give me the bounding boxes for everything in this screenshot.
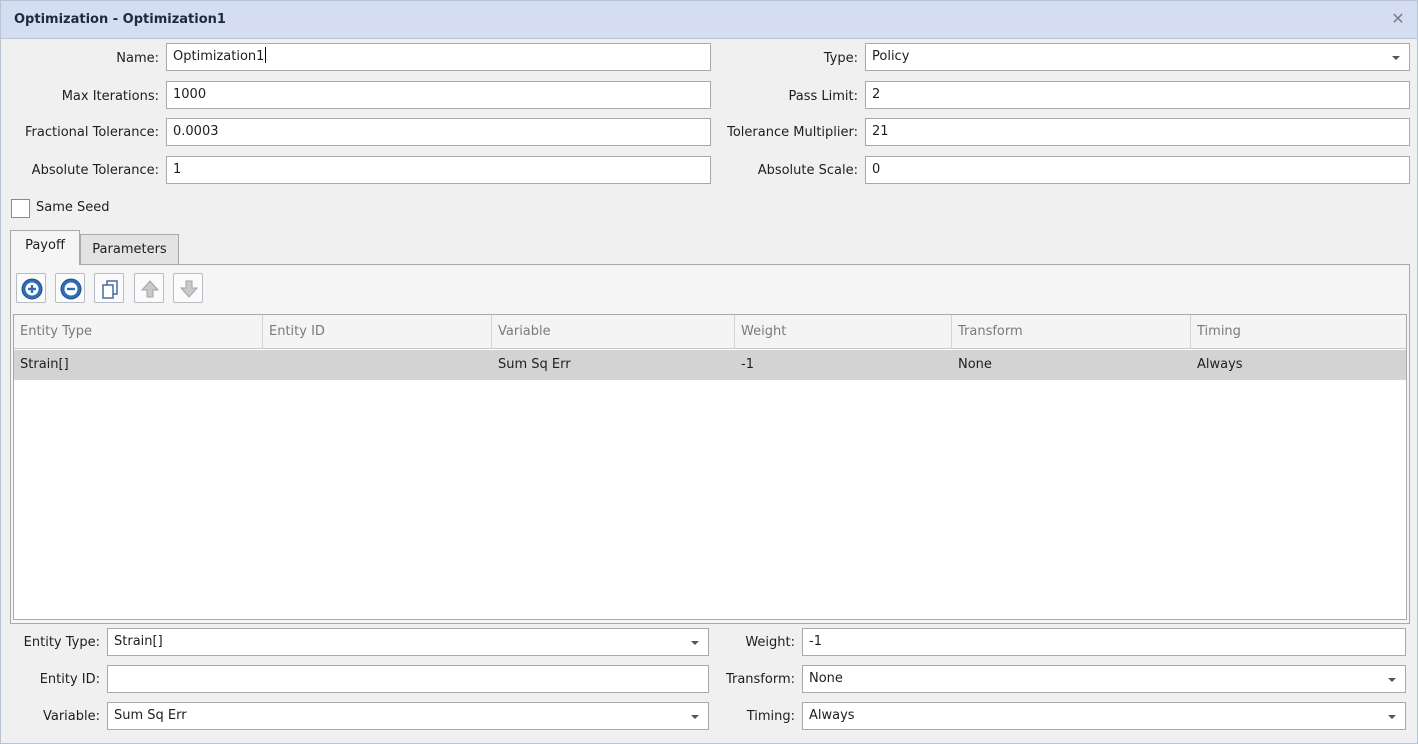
table-header: Entity Type Entity ID Variable Weight Tr… xyxy=(14,315,1406,349)
transform-dropdown[interactable]: None xyxy=(802,665,1406,693)
max-iterations-input[interactable]: 1000 xyxy=(166,81,711,109)
payoff-table: Entity Type Entity ID Variable Weight Tr… xyxy=(13,314,1407,620)
move-up-icon xyxy=(140,280,160,298)
tab-parameters[interactable]: Parameters xyxy=(80,234,179,264)
column-header-transform[interactable]: Transform xyxy=(952,315,1191,349)
type-label: Type: xyxy=(823,51,858,66)
tab-payoff[interactable]: Payoff xyxy=(10,230,80,265)
weight-label: Weight: xyxy=(745,635,795,650)
timing-label: Timing: xyxy=(746,709,795,724)
cell-timing: Always xyxy=(1197,357,1243,372)
fractional-tolerance-input[interactable]: 0.0003 xyxy=(166,118,711,146)
entity-id-label: Entity ID: xyxy=(39,672,100,687)
variable-label: Variable: xyxy=(42,709,100,724)
tolerance-multiplier-input[interactable]: 21 xyxy=(865,118,1410,146)
move-down-icon xyxy=(179,280,199,298)
window-title: Optimization - Optimization1 xyxy=(14,12,226,27)
copy-row-button[interactable] xyxy=(94,273,124,303)
weight-input[interactable]: -1 xyxy=(802,628,1406,656)
same-seed-checkbox[interactable] xyxy=(11,199,30,218)
transform-label: Transform: xyxy=(725,672,795,687)
same-seed-label: Same Seed xyxy=(36,200,110,215)
copy-icon xyxy=(102,280,118,299)
cell-transform: None xyxy=(958,357,992,372)
entity-type-label: Entity Type: xyxy=(23,635,100,650)
column-header-timing[interactable]: Timing xyxy=(1191,315,1406,349)
tolerance-multiplier-label: Tolerance Multiplier: xyxy=(727,125,858,140)
entity-type-dropdown[interactable]: Strain[] xyxy=(107,628,709,656)
title-bar: Optimization - Optimization1 ✕ xyxy=(1,1,1417,39)
optimization-dialog: Optimization - Optimization1 ✕ Name: Opt… xyxy=(0,0,1418,744)
absolute-scale-input[interactable]: 0 xyxy=(865,156,1410,184)
remove-row-button[interactable] xyxy=(55,273,85,303)
column-header-entity-type[interactable]: Entity Type xyxy=(14,315,263,349)
column-header-entity-id[interactable]: Entity ID xyxy=(263,315,492,349)
variable-dropdown[interactable]: Sum Sq Err xyxy=(107,702,709,730)
add-row-button[interactable] xyxy=(16,273,46,303)
remove-icon xyxy=(60,278,82,300)
move-up-button[interactable] xyxy=(134,273,164,303)
absolute-tolerance-input[interactable]: 1 xyxy=(166,156,711,184)
cell-entity-id xyxy=(263,350,492,380)
column-header-weight[interactable]: Weight xyxy=(735,315,952,349)
close-icon[interactable]: ✕ xyxy=(1389,10,1407,28)
cell-weight: -1 xyxy=(741,357,754,372)
cell-variable: Sum Sq Err xyxy=(498,357,571,372)
move-down-button[interactable] xyxy=(173,273,203,303)
pass-limit-label: Pass Limit: xyxy=(788,89,858,104)
absolute-tolerance-label: Absolute Tolerance: xyxy=(31,163,159,178)
cell-entity-type: Strain[] xyxy=(20,357,69,372)
fractional-tolerance-label: Fractional Tolerance: xyxy=(25,125,159,140)
column-header-variable[interactable]: Variable xyxy=(492,315,735,349)
max-iterations-label: Max Iterations: xyxy=(61,89,159,104)
add-icon xyxy=(21,278,43,300)
entity-id-input[interactable] xyxy=(107,665,709,693)
name-input[interactable]: Optimization1 xyxy=(166,43,711,71)
name-label: Name: xyxy=(116,51,159,66)
absolute-scale-label: Absolute Scale: xyxy=(757,163,858,178)
timing-dropdown[interactable]: Always xyxy=(802,702,1406,730)
pass-limit-input[interactable]: 2 xyxy=(865,81,1410,109)
table-row[interactable]: Strain[] Sum Sq Err -1 None Always xyxy=(14,350,1406,380)
type-dropdown[interactable]: Policy xyxy=(865,43,1410,71)
